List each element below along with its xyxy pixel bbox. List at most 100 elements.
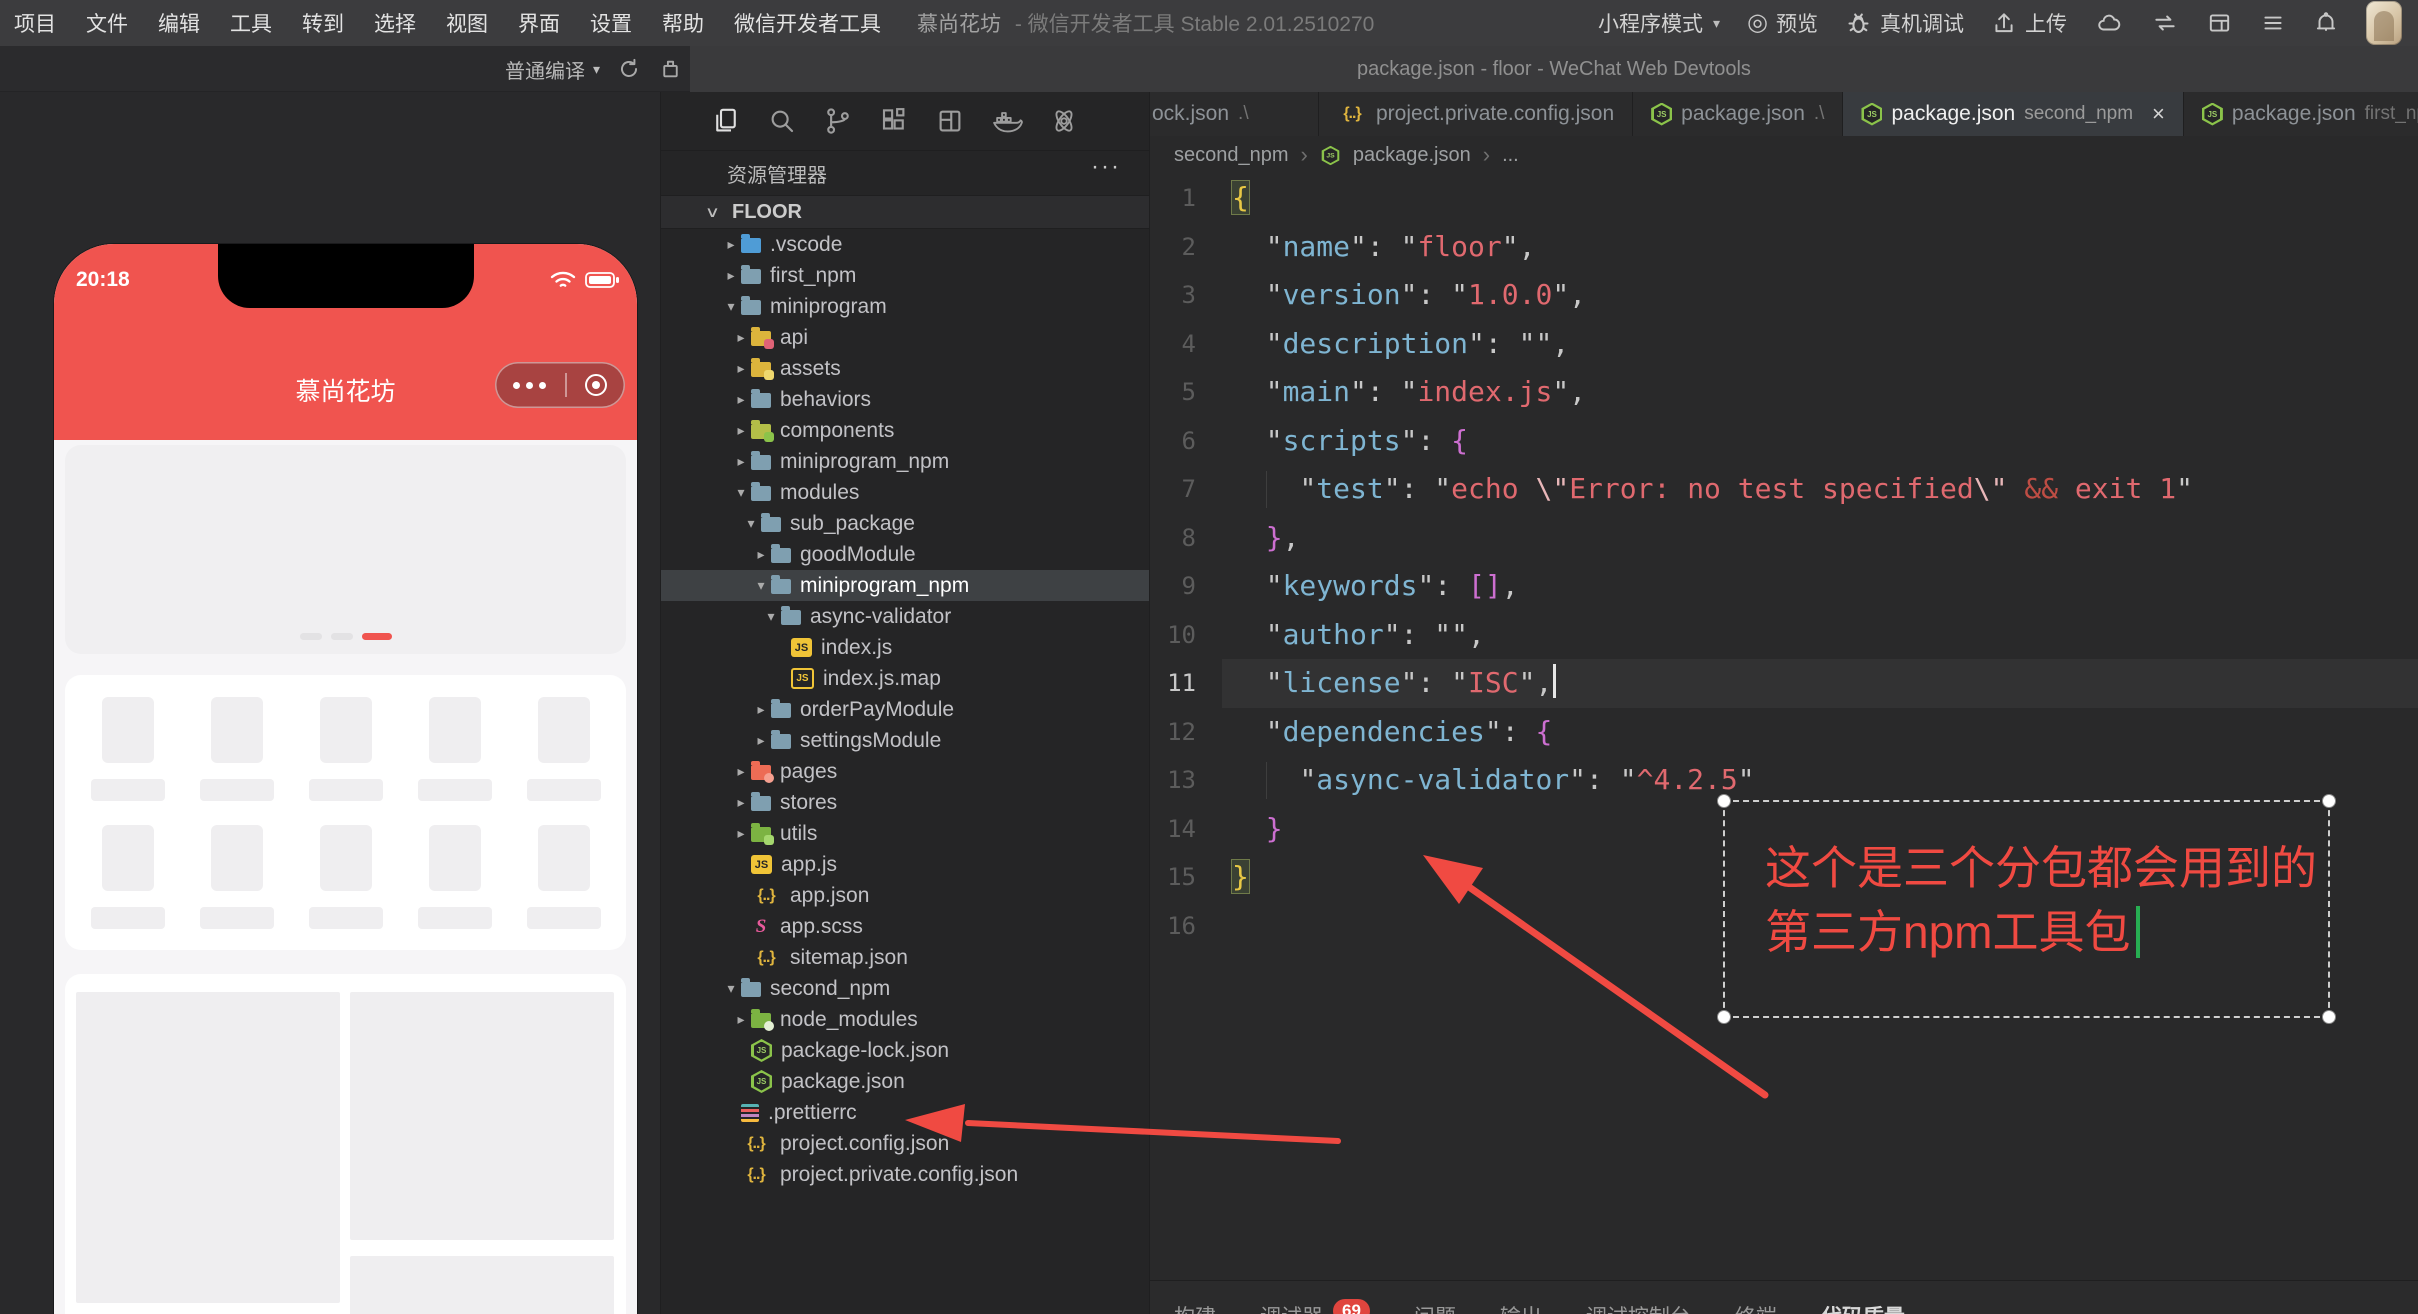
breadcrumb-file[interactable]: package.json	[1353, 144, 1471, 167]
breadcrumb-folder[interactable]: second_npm	[1174, 144, 1289, 167]
panel-tab-item[interactable]: 问题	[1414, 1301, 1456, 1314]
code-line-8[interactable]: 8 },	[1150, 514, 2418, 563]
preview-button[interactable]: ◎ 预览	[1747, 8, 1818, 38]
panel-tab-item[interactable]: 代码质量	[1821, 1301, 1905, 1314]
upload-button[interactable]: 上传	[1991, 8, 2067, 38]
code-line-10[interactable]: 10 "author": "",	[1150, 611, 2418, 660]
tree-closed-arrow-icon[interactable]: ▸	[731, 794, 751, 811]
editor-tab-package-json[interactable]: JS package.json .\	[1633, 92, 1844, 136]
tree-item-package-lock-json[interactable]: JS package-lock.json	[661, 1035, 1149, 1066]
tree-item-miniprogram-npm[interactable]: ▸ miniprogram_npm	[661, 446, 1149, 477]
close-record-icon[interactable]	[584, 374, 607, 396]
code-line-5[interactable]: 5 "main": "index.js",	[1150, 368, 2418, 417]
resize-handle[interactable]	[1717, 794, 1731, 808]
tree-item-project-private-config-json[interactable]: {..} project.private.config.json	[661, 1159, 1149, 1190]
code-line-1[interactable]: 1{	[1150, 174, 2418, 223]
tree-item-package-json[interactable]: JS package.json	[661, 1066, 1149, 1097]
resize-handle[interactable]	[2322, 1010, 2336, 1024]
tree-closed-arrow-icon[interactable]: ▸	[731, 825, 751, 842]
docker-icon[interactable]	[991, 106, 1023, 136]
tree-item-node-modules[interactable]: ▸ node_modules	[661, 1004, 1149, 1035]
tree-open-arrow-icon[interactable]: ▾	[751, 577, 771, 594]
tree-item-app-scss[interactable]: Sapp.scss	[661, 911, 1149, 942]
breadcrumb-symbol[interactable]: ...	[1502, 144, 1519, 167]
tree-closed-arrow-icon[interactable]: ▸	[751, 732, 771, 749]
tree-closed-arrow-icon[interactable]: ▸	[751, 546, 771, 563]
tree-item-orderpaymodule[interactable]: ▸ orderPayModule	[661, 694, 1149, 725]
code-line-9[interactable]: 9 "keywords": [],	[1150, 562, 2418, 611]
tree-item-project-config-json[interactable]: {..} project.config.json	[661, 1128, 1149, 1159]
files-icon[interactable]	[711, 106, 741, 136]
mode-select-button[interactable]: 小程序模式 ▾	[1598, 8, 1720, 38]
menu-item[interactable]: 工具	[230, 8, 272, 38]
clear-cache-icon[interactable]	[658, 56, 683, 82]
annotation-text-box[interactable]: 这个是三个分包都会用到的 第三方npm工具包	[1717, 794, 2336, 1024]
menu-item[interactable]: 转到	[302, 8, 344, 38]
code-line-7[interactable]: 7 "test": "echo \"Error: no test specifi…	[1150, 465, 2418, 514]
editor-tab-package-json-second-npm[interactable]: JS package.json second_npm ×	[1843, 92, 2184, 136]
editor-tab-ock-json[interactable]: ock.json .\	[1150, 92, 1319, 136]
close-icon[interactable]: ×	[2152, 101, 2165, 127]
code-line-12[interactable]: 12 "dependencies": {	[1150, 708, 2418, 757]
menu-item[interactable]: 编辑	[158, 8, 200, 38]
switch-arrows-icon[interactable]	[2151, 10, 2179, 36]
extensions-icon[interactable]	[879, 106, 909, 136]
avatar[interactable]	[2366, 1, 2402, 45]
tree-item-behaviors[interactable]: ▸ behaviors	[661, 384, 1149, 415]
tree-closed-arrow-icon[interactable]: ▸	[751, 701, 771, 718]
tree-item-index-js[interactable]: JS index.js	[661, 632, 1149, 663]
menu-item[interactable]: 视图	[446, 8, 488, 38]
panel-tab-item[interactable]: 构建	[1174, 1301, 1216, 1314]
menu-item[interactable]: 文件	[86, 8, 128, 38]
tree-closed-arrow-icon[interactable]: ▸	[731, 329, 751, 346]
project-root-row[interactable]: ∨ FLOOR	[661, 195, 1149, 229]
editor-tab-package-json-first-npm[interactable]: JS package.json first_npm	[2183, 92, 2418, 136]
remote-debug-button[interactable]: 真机调试	[1845, 8, 1964, 38]
tree-open-arrow-icon[interactable]: ▾	[741, 515, 761, 532]
refresh-icon[interactable]	[616, 56, 642, 82]
code-line-11[interactable]: 11 "license": "ISC",	[1150, 659, 2418, 708]
tree-item-miniprogram[interactable]: ▾ miniprogram	[661, 291, 1149, 322]
tree-item-miniprogram-npm[interactable]: ▾ miniprogram_npm	[661, 570, 1149, 601]
menu-item[interactable]: 微信开发者工具	[734, 8, 881, 38]
panel-tab-item[interactable]: 输出	[1500, 1301, 1542, 1314]
tree-open-arrow-icon[interactable]: ▾	[721, 980, 741, 997]
tree-item-sub-package[interactable]: ▾ sub_package	[661, 508, 1149, 539]
menu-item[interactable]: 选择	[374, 8, 416, 38]
code-line-6[interactable]: 6 "scripts": {	[1150, 417, 2418, 466]
tree-item-app-json[interactable]: {..} app.json	[661, 880, 1149, 911]
tree-item-sitemap-json[interactable]: {..} sitemap.json	[661, 942, 1149, 973]
tree-closed-arrow-icon[interactable]: ▸	[731, 422, 751, 439]
tree-item-async-validator[interactable]: ▾ async-validator	[661, 601, 1149, 632]
tree-item-modules[interactable]: ▾ modules	[661, 477, 1149, 508]
tree-item-assets[interactable]: ▸ assets	[661, 353, 1149, 384]
bell-icon[interactable]	[2313, 10, 2339, 36]
tree-open-arrow-icon[interactable]: ▾	[721, 298, 741, 315]
tree-item-index-js-map[interactable]: JS index.js.map	[661, 663, 1149, 694]
tree-item-prettierrc[interactable]: .prettierrc	[661, 1097, 1149, 1128]
more-dots-icon[interactable]	[513, 381, 547, 389]
tree-item-api[interactable]: ▸ api	[661, 322, 1149, 353]
tree-item-pages[interactable]: ▸ pages	[661, 756, 1149, 787]
panel-tab-item[interactable]: 终端	[1735, 1301, 1777, 1314]
layout-report-icon[interactable]	[935, 106, 965, 136]
code-line-4[interactable]: 4 "description": "",	[1150, 320, 2418, 369]
tree-closed-arrow-icon[interactable]: ▸	[731, 1011, 751, 1028]
tree-open-arrow-icon[interactable]: ▾	[761, 608, 781, 625]
tree-item-vscode[interactable]: ▸ .vscode	[661, 229, 1149, 260]
tree-item-app-js[interactable]: JS app.js	[661, 849, 1149, 880]
tree-item-utils[interactable]: ▸ utils	[661, 818, 1149, 849]
resize-handle[interactable]	[2322, 794, 2336, 808]
search-icon[interactable]	[767, 106, 797, 136]
tree-item-components[interactable]: ▸ components	[661, 415, 1149, 446]
tree-item-second-npm[interactable]: ▾ second_npm	[661, 973, 1149, 1004]
menu-item[interactable]: 设置	[590, 8, 632, 38]
tree-closed-arrow-icon[interactable]: ▸	[721, 236, 741, 253]
menu-item[interactable]: 界面	[518, 8, 560, 38]
tree-closed-arrow-icon[interactable]: ▸	[731, 360, 751, 377]
menu-item[interactable]: 帮助	[662, 8, 704, 38]
tree-closed-arrow-icon[interactable]: ▸	[731, 763, 751, 780]
tree-closed-arrow-icon[interactable]: ▸	[731, 453, 751, 470]
code-line-2[interactable]: 2 "name": "floor",	[1150, 223, 2418, 272]
atom-orbit-icon[interactable]	[1049, 106, 1079, 136]
